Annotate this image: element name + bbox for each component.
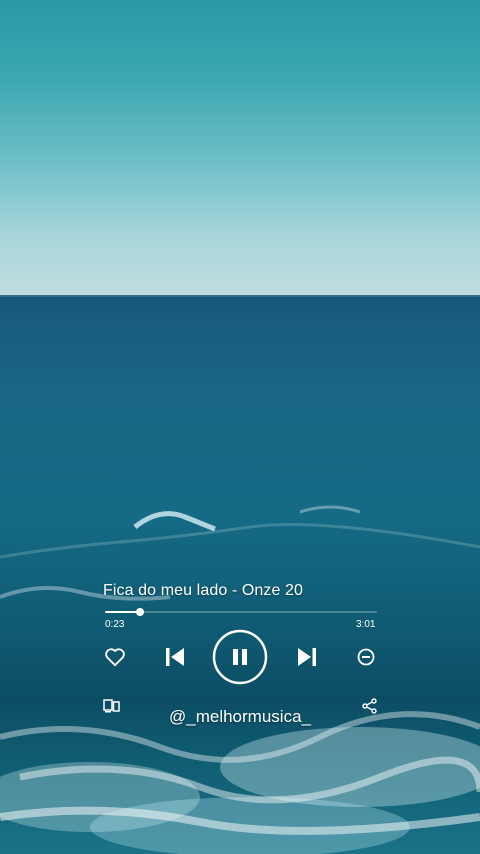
progress-bar[interactable] xyxy=(105,608,377,616)
share-icon[interactable] xyxy=(362,698,377,714)
progress-knob[interactable] xyxy=(135,608,144,616)
account-handle: @_melhormusica_ xyxy=(169,707,311,726)
elapsed-time: 0:23 xyxy=(105,619,125,630)
minus-circle-icon[interactable] xyxy=(357,648,375,666)
wave-foam xyxy=(0,505,480,854)
sky xyxy=(0,0,480,296)
track-title: Fica do meu lado - Onze 20 xyxy=(103,582,304,599)
pause-button[interactable] xyxy=(212,629,268,685)
pause-icon xyxy=(233,649,247,665)
skip-previous-icon[interactable] xyxy=(165,647,185,667)
heart-icon[interactable] xyxy=(104,647,126,667)
progress-fill xyxy=(105,611,140,613)
skip-next-icon[interactable] xyxy=(297,647,317,667)
total-time: 3:01 xyxy=(356,619,376,630)
